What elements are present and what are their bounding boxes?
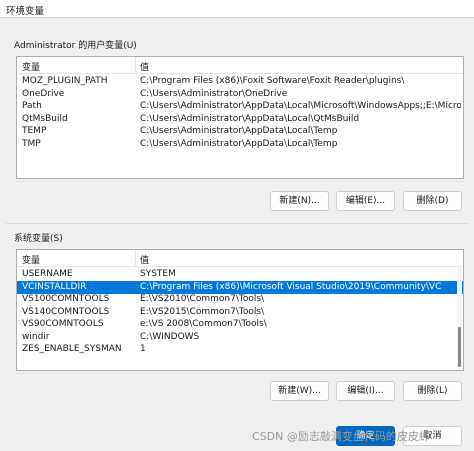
variable-value: C:\Users\Administrator\AppData\Local\QtM… [140,113,360,124]
variable-value: C:\Users\Administrator\AppData\Local\Tem… [140,126,338,136]
table-row[interactable]: VS90COMNTOOLS e:\VS 2008\Common7\Tools\ [17,318,463,331]
section-divider [6,223,468,224]
table-row[interactable]: ZES_ENABLE_SYSMAN 1 [17,343,463,356]
table-row[interactable]: VS100COMNTOOLS E:\VS2010\Common7\Tools\ [17,293,463,306]
variable-name: Path [22,101,42,111]
variable-value: SYSTEM [140,269,176,279]
variable-name: MOZ_PLUGIN_PATH [22,76,108,86]
variable-value: E:\VS2015\Common7\Tools\ [140,306,265,317]
variable-value: C:\Program Files (x86)\Foxit Software\Fo… [140,76,405,86]
window-title: 环境变量 [6,6,45,17]
table-row[interactable]: Path C:\Users\Administrator\AppData\Local… [17,100,463,113]
user-new-button[interactable]: 新建(N)... [270,191,329,211]
variable-name: VS140COMNTOOLS [22,306,110,317]
variable-value: C:\Users\Administrator\AppData\Local\Mic… [140,101,461,111]
column-separator[interactable] [135,250,136,267]
variable-name: USERNAME [22,269,73,279]
table-row[interactable]: QtMsBuild C:\Users\Administrator\AppData\… [17,113,463,126]
system-delete-button[interactable]: 删除(L) [403,381,462,401]
variable-value: C:\Users\Administrator\AppData\Local\Tem… [140,138,338,149]
variable-name: VS90COMNTOOLS [22,319,104,329]
variable-value: E:\VS2010\Common7\Tools\ [140,294,265,304]
system-vars-scrollbar[interactable] [457,267,462,370]
variable-value: C:\Program Files (x86)\Microsoft Visual … [140,281,442,292]
variable-name: VS100COMNTOOLS [22,294,110,304]
column-header-variable[interactable]: 变量 [22,60,40,73]
variable-value: e:\VS 2008\Common7\Tools\ [140,319,267,329]
variable-name: windir [22,331,50,342]
table-row[interactable]: VS140COMNTOOLS E:\VS2015\Common7\Tools\ [17,306,463,319]
variable-value: C:\Users\Administrator\OneDrive [140,88,288,99]
system-vars-header: 变量 值 [17,250,463,267]
watermark-text: CSDN @励志敲满变盘代码的皮皮虾 [252,430,430,443]
user-vars-list[interactable]: 变量 值 MOZ_PLUGIN_PATH C:\Program Files (x8… [16,56,464,179]
column-header-value[interactable]: 值 [140,60,149,73]
system-vars-label: 系统变量(S) [14,234,63,244]
table-row[interactable]: VCINSTALLDIR C:\Program Files (x86)\Micro… [17,280,463,294]
variable-value: C:\WINDOWS [140,331,200,342]
variable-name: ZES_ENABLE_SYSMAN [22,344,122,354]
table-row[interactable]: MOZ_PLUGIN_PATH C:\Program Files (x86)\Fo… [17,75,463,88]
table-row[interactable]: windir C:\WINDOWS [17,331,463,344]
variable-name: OneDrive [22,88,65,99]
user-vars-label: Administrator 的用户变量(U) [14,41,137,51]
system-edit-button[interactable]: 编辑(I)... [336,381,395,401]
variable-name: TMP [22,138,41,149]
column-separator[interactable] [135,57,136,74]
variable-name: QtMsBuild [22,113,68,124]
title-bar: 环境变量 [0,0,474,18]
user-delete-button[interactable]: 删除(D) [403,191,462,211]
table-row[interactable]: USERNAME SYSTEM [17,268,463,281]
system-new-button[interactable]: 新建(W)... [270,381,329,401]
system-vars-list[interactable]: 变量 值 USERNAME SYSTEM VCINSTALLDIR C:\Progra… [16,249,464,371]
variable-value: 1 [140,344,146,354]
scrollbar-thumb[interactable] [458,327,461,367]
table-row[interactable]: TMP C:\Users\Administrator\AppData\Local\… [17,138,463,151]
user-vars-header: 变量 值 [17,57,463,74]
table-row[interactable]: OneDrive C:\Users\Administrator\OneDrive [17,88,463,101]
variable-name: TEMP [22,126,47,136]
variable-name: VCINSTALLDIR [22,281,87,292]
table-row[interactable]: TEMP C:\Users\Administrator\AppData\Local… [17,125,463,138]
column-header-variable[interactable]: 变量 [22,253,40,266]
user-edit-button[interactable]: 编辑(E)... [336,191,395,211]
column-header-value[interactable]: 值 [140,253,149,266]
